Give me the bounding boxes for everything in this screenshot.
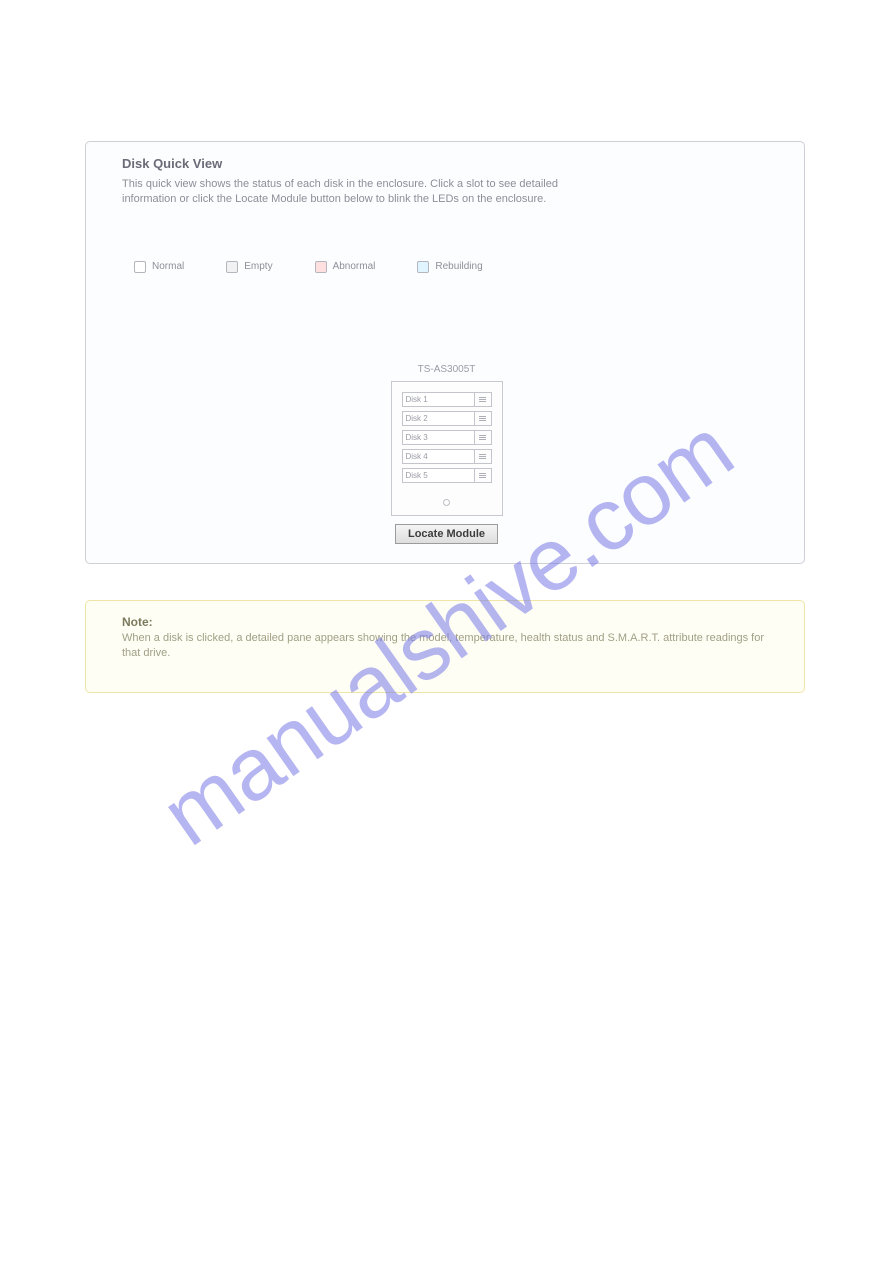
legend-normal: Normal [134, 261, 184, 273]
status-legend: Normal Empty Abnormal Rebuilding [134, 261, 768, 273]
disk-bay-label: Disk 1 [402, 392, 475, 407]
legend-empty: Empty [226, 261, 272, 273]
legend-rebuilding-label: Rebuilding [435, 261, 482, 272]
legend-empty-label: Empty [244, 261, 272, 272]
device-shell: Disk 1 Disk 2 Disk 3 Disk 4 Disk 5 [391, 381, 503, 516]
disk-bay[interactable]: Disk 4 [402, 449, 492, 464]
locate-module-button[interactable]: Locate Module [395, 524, 498, 544]
disk-bay-label: Disk 3 [402, 430, 475, 445]
disk-bay[interactable]: Disk 1 [402, 392, 492, 407]
disk-bay-label: Disk 2 [402, 411, 475, 426]
disk-bay[interactable]: Disk 5 [402, 468, 492, 483]
legend-abnormal: Abnormal [315, 261, 376, 273]
device-area: TS-AS3005T Disk 1 Disk 2 Disk 3 Disk 4 D… [390, 364, 504, 544]
panel-subtitle-line1: This quick view shows the status of each… [122, 178, 558, 190]
bay-lines-icon [475, 392, 492, 407]
disk-bay[interactable]: Disk 3 [402, 430, 492, 445]
device-foot [402, 493, 492, 511]
disk-bay-label: Disk 5 [402, 468, 475, 483]
bay-lines-icon [475, 449, 492, 464]
disk-bay-label: Disk 4 [402, 449, 475, 464]
note-text: When a disk is clicked, a detailed pane … [122, 631, 768, 662]
legend-rebuilding: Rebuilding [417, 261, 482, 273]
note-title: Note: [122, 615, 768, 629]
bay-lines-icon [475, 468, 492, 483]
legend-abnormal-label: Abnormal [333, 261, 376, 272]
power-led-icon [443, 499, 450, 506]
swatch-abnormal [315, 261, 327, 273]
swatch-normal [134, 261, 146, 273]
disk-bay[interactable]: Disk 2 [402, 411, 492, 426]
bay-lines-icon [475, 411, 492, 426]
panel-subtitle: This quick view shows the status of each… [122, 177, 768, 207]
swatch-empty [226, 261, 238, 273]
swatch-rebuilding [417, 261, 429, 273]
device-caption: TS-AS3005T [418, 364, 476, 375]
panel-title: Disk Quick View [122, 156, 768, 171]
legend-normal-label: Normal [152, 261, 184, 272]
bay-lines-icon [475, 430, 492, 445]
note-panel: Note: When a disk is clicked, a detailed… [85, 600, 805, 693]
panel-subtitle-line2: information or click the Locate Module b… [122, 193, 546, 205]
